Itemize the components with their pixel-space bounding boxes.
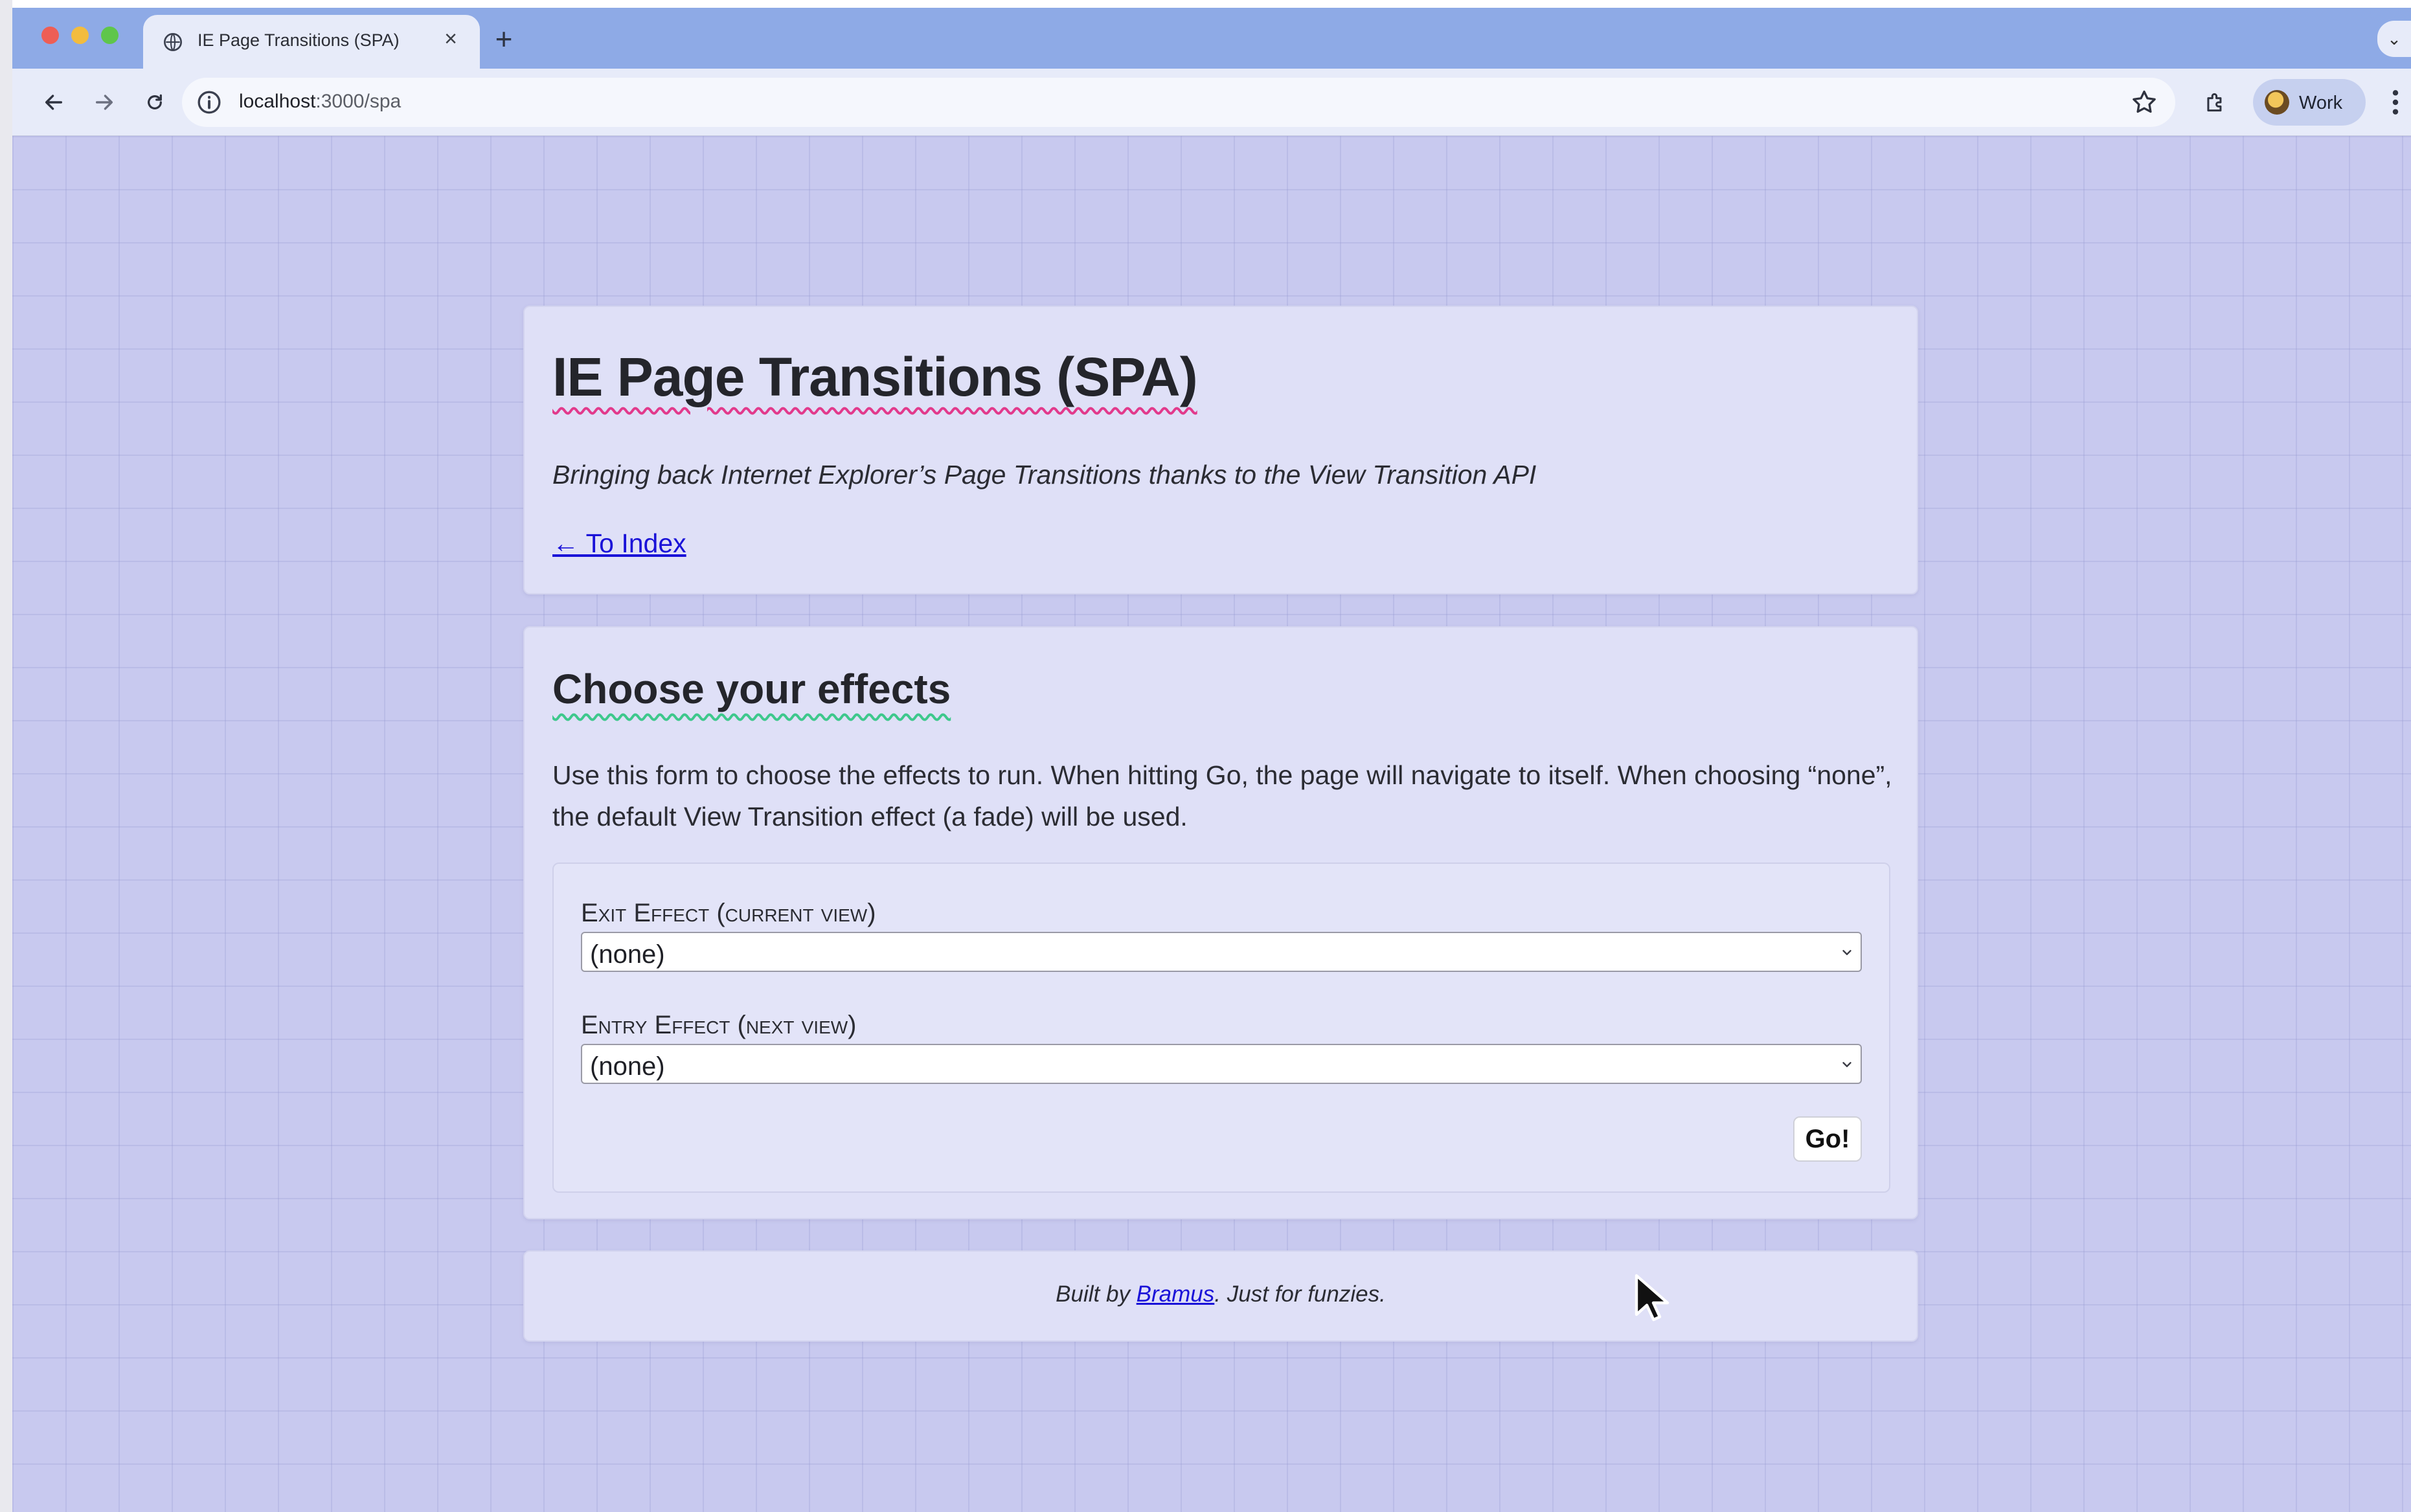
avatar xyxy=(2265,90,2289,115)
maximize-window-button[interactable] xyxy=(101,27,119,44)
desktop-edge xyxy=(0,0,12,1512)
info-icon[interactable] xyxy=(196,89,222,115)
tab-strip: IE Page Transitions (SPA) × + ⌄ xyxy=(12,8,2411,69)
exit-effect-label: Exit Effect (current view) xyxy=(581,899,876,927)
mouse-cursor-icon xyxy=(1635,1274,1670,1322)
new-tab-button[interactable]: + xyxy=(488,24,520,56)
footer-card: Built by Bramus. Just for funzies. xyxy=(523,1250,1918,1342)
reload-icon xyxy=(148,94,162,109)
kebab-menu-icon[interactable] xyxy=(2389,88,2402,117)
page-title: IE Page Transitions (SPA) xyxy=(552,346,1198,407)
browser-window: IE Page Transitions (SPA) × + ⌄ localhos… xyxy=(12,8,2411,1512)
page-content: IE Page Transitions (SPA) Bringing back … xyxy=(12,136,2411,1512)
effects-card: Choose your effects Use this form to cho… xyxy=(523,626,1918,1219)
forward-button[interactable] xyxy=(85,83,124,122)
effects-form: Exit Effect (current view) (none) Entry … xyxy=(552,863,1890,1193)
footer-text: Built by Bramus. Just for funzies. xyxy=(525,1281,1917,1307)
close-window-button[interactable] xyxy=(41,27,59,44)
arrow-right-icon xyxy=(95,95,113,110)
reload-button[interactable] xyxy=(135,83,174,122)
author-link[interactable]: Bramus xyxy=(1137,1281,1215,1307)
url-path: :3000/spa xyxy=(315,91,402,112)
page-subtitle: Bringing back Internet Explorer’s Page T… xyxy=(552,460,1537,490)
tab-title: IE Page Transitions (SPA) xyxy=(198,30,400,50)
go-button[interactable]: Go! xyxy=(1793,1116,1862,1162)
arrow-left-icon xyxy=(45,95,63,110)
section-title: Choose your effects xyxy=(552,666,951,712)
footer-suffix: . Just for funzies. xyxy=(1214,1281,1386,1307)
entry-effect-select[interactable]: (none) xyxy=(581,1044,1862,1084)
profile-button[interactable]: Work xyxy=(2253,79,2366,126)
star-icon[interactable] xyxy=(2130,88,2158,117)
header-card: IE Page Transitions (SPA) Bringing back … xyxy=(523,306,1918,594)
to-index-link[interactable]: ← To Index xyxy=(552,528,686,559)
profile-label: Work xyxy=(2299,93,2343,113)
address-bar[interactable]: localhost:3000/spa xyxy=(182,78,2175,127)
back-button[interactable] xyxy=(34,83,73,122)
browser-toolbar: localhost:3000/spa Work xyxy=(12,69,2411,136)
entry-effect-label: Entry Effect (next view) xyxy=(581,1011,857,1039)
footer-prefix: Built by xyxy=(1056,1281,1137,1307)
entry-effect-value: (none) xyxy=(590,1052,665,1081)
puzzle-icon xyxy=(2207,93,2222,112)
globe-icon xyxy=(164,33,182,51)
chevron-down-icon xyxy=(1842,1062,1851,1067)
section-description: Use this form to choose the effects to r… xyxy=(552,760,1892,831)
extensions-button[interactable] xyxy=(2196,83,2235,122)
url-text[interactable]: localhost:3000/spa xyxy=(239,91,401,113)
url-host: localhost xyxy=(239,91,316,112)
browser-tab-active[interactable]: IE Page Transitions (SPA) × xyxy=(143,15,480,69)
exit-effect-select[interactable]: (none) xyxy=(581,932,1862,972)
exit-effect-value: (none) xyxy=(590,940,665,969)
close-icon[interactable]: × xyxy=(436,24,466,54)
chevron-down-icon xyxy=(1842,950,1851,955)
tab-search-button[interactable]: ⌄ xyxy=(2377,21,2411,57)
minimize-window-button[interactable] xyxy=(71,27,89,44)
